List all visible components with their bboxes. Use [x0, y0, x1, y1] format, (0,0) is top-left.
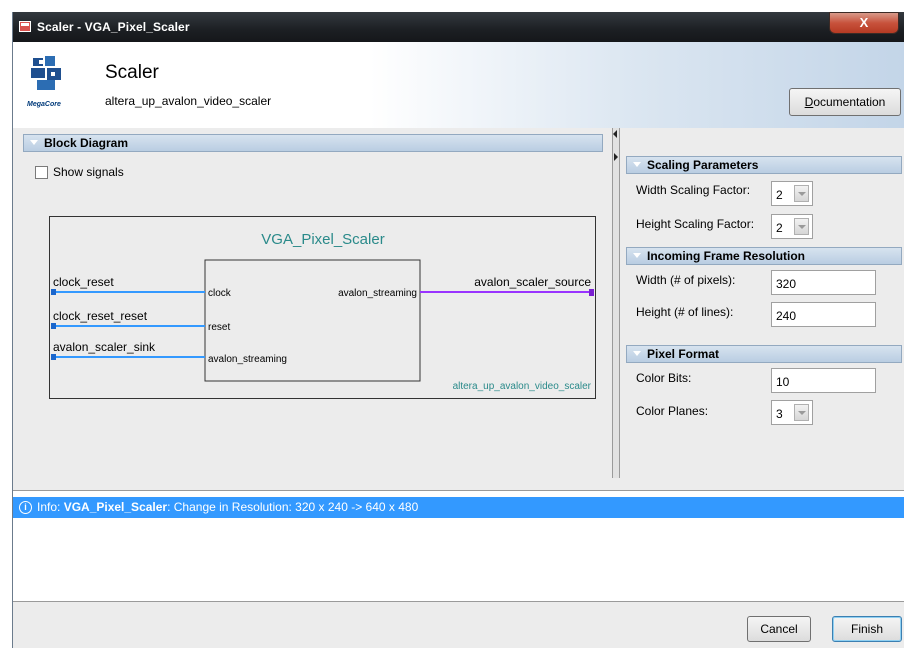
dropdown-arrow-icon[interactable] — [794, 404, 809, 421]
scaling-parameters-title: Scaling Parameters — [647, 158, 759, 172]
info-message-row[interactable]: i Info: VGA_Pixel_Scaler: Change in Reso… — [13, 497, 904, 518]
dropdown-arrow-icon[interactable] — [794, 185, 809, 202]
height-lines-label: Height (# of lines): — [636, 305, 734, 319]
pixel-format-header[interactable]: Pixel Format — [626, 345, 902, 363]
module-name-text: altera_up_avalon_video_scaler — [453, 381, 592, 392]
message-panel: i Info: VGA_Pixel_Scaler: Change in Reso… — [13, 490, 904, 602]
info-icon: i — [19, 501, 32, 514]
height-scaling-label: Height Scaling Factor: — [636, 217, 755, 231]
component-header: MegaCore Scaler altera_up_avalon_video_s… — [13, 42, 904, 129]
dropdown-arrow-icon[interactable] — [794, 218, 809, 235]
connection-dot-avalon-scaler-sink — [51, 354, 56, 360]
block-diagram-header[interactable]: Block Diagram — [23, 134, 603, 152]
logo-text: MegaCore — [27, 101, 61, 108]
connection-dot-avalon-scaler-source — [589, 289, 594, 296]
interface-label-avalon-scaler-source: avalon_scaler_source — [474, 275, 591, 289]
megacore-logo-icon — [31, 56, 61, 90]
component-id: altera_up_avalon_video_scaler — [105, 94, 272, 108]
port-label-avalon-streaming-out: avalon_streaming — [338, 288, 417, 299]
info-message-text: Info: VGA_Pixel_Scaler: Change in Resolu… — [37, 497, 418, 518]
show-signals-checkbox[interactable] — [35, 166, 48, 179]
interface-label-avalon-scaler-sink: avalon_scaler_sink — [53, 340, 156, 354]
block-diagram-title: Block Diagram — [44, 136, 129, 150]
background-strip — [0, 0, 904, 12]
width-pixels-field[interactable]: 320 — [771, 270, 876, 295]
close-button[interactable]: X — [829, 12, 899, 34]
pixel-format-title: Pixel Format — [647, 347, 720, 361]
interface-label-clock-reset: clock_reset — [53, 275, 114, 289]
info-instance: VGA_Pixel_Scaler — [63, 500, 168, 514]
color-planes-value: 3 — [776, 407, 783, 421]
collapse-right-arrow-icon[interactable] — [614, 153, 618, 161]
collapse-triangle-icon — [30, 140, 38, 145]
documentation-label: ocumentation — [813, 95, 886, 109]
color-bits-label: Color Bits: — [636, 371, 692, 385]
title-bar[interactable]: Scaler - VGA_Pixel_Scaler X — [13, 12, 904, 42]
color-planes-dropdown[interactable]: 3 — [771, 400, 813, 425]
block-diagram: VGA_Pixel_Scaler clock_reset clock clock… — [49, 216, 596, 399]
port-label-clock: clock — [208, 288, 232, 299]
app-icon — [19, 21, 31, 32]
instance-name-text: VGA_Pixel_Scaler — [261, 231, 384, 248]
block-diagram-canvas: VGA_Pixel_Scaler clock_reset clock clock… — [51, 231, 594, 392]
height-lines-field[interactable]: 240 — [771, 302, 876, 327]
incoming-frame-resolution-header[interactable]: Incoming Frame Resolution — [626, 247, 902, 265]
color-bits-field[interactable]: 10 — [771, 368, 876, 393]
collapse-triangle-icon — [633, 351, 641, 356]
collapse-triangle-icon — [633, 253, 641, 258]
component-title: Scaler — [105, 62, 159, 83]
documentation-button[interactable]: Documentation — [789, 88, 901, 116]
window-title: Scaler - VGA_Pixel_Scaler — [37, 20, 190, 34]
scaling-parameters-header[interactable]: Scaling Parameters — [626, 156, 902, 174]
info-detail: : Change in Resolution: 320 x 240 -> 640… — [167, 500, 419, 514]
connection-dot-clock-reset — [51, 289, 56, 295]
show-signals-label: Show signals — [53, 165, 124, 179]
width-pixels-label: Width (# of pixels): — [636, 273, 736, 287]
collapse-left-arrow-icon[interactable] — [613, 130, 617, 138]
width-scaling-value: 2 — [776, 188, 783, 202]
documentation-accelerator: D — [804, 95, 814, 109]
finish-button[interactable]: Finish — [832, 616, 902, 642]
block-diagram-panel: Block Diagram Show signals VGA_Pixel_Sca… — [13, 128, 613, 478]
height-scaling-dropdown[interactable]: 2 — [771, 214, 813, 239]
incoming-frame-resolution-title: Incoming Frame Resolution — [647, 249, 806, 263]
parameters-panel: Scaling Parameters Width Scaling Factor:… — [619, 128, 904, 478]
port-label-reset: reset — [208, 322, 230, 333]
wizard-window: Scaler - VGA_Pixel_Scaler X MegaCore Sca… — [12, 12, 904, 648]
connection-dot-clock-reset-reset — [51, 323, 56, 329]
color-planes-label: Color Planes: — [636, 404, 709, 418]
height-scaling-value: 2 — [776, 221, 783, 235]
info-prefix: Info: — [37, 500, 64, 514]
width-scaling-label: Width Scaling Factor: — [636, 183, 751, 197]
interface-label-clock-reset-reset: clock_reset_reset — [53, 309, 148, 323]
cancel-button[interactable]: Cancel — [747, 616, 811, 642]
port-label-avalon-streaming-in: avalon_streaming — [208, 354, 287, 365]
width-scaling-dropdown[interactable]: 2 — [771, 181, 813, 206]
collapse-triangle-icon — [633, 162, 641, 167]
